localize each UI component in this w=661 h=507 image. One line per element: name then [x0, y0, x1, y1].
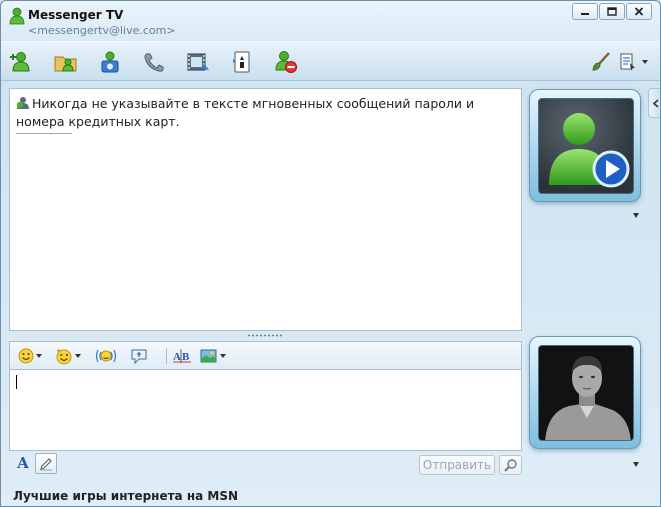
- minimize-button[interactable]: [572, 3, 598, 20]
- share-folder-button[interactable]: [53, 49, 79, 75]
- search-button[interactable]: [499, 455, 522, 475]
- phone-icon: [144, 53, 164, 72]
- compose-bottom-bar: A Отправить: [9, 452, 522, 478]
- send-button[interactable]: Отправить: [419, 455, 495, 475]
- video-call-icon: [101, 51, 119, 73]
- emoticon-icon: [18, 348, 34, 364]
- background-icon: [200, 349, 217, 363]
- search-icon: [503, 459, 517, 472]
- chevron-down-icon: [75, 354, 81, 358]
- nudge-icon: [95, 349, 117, 363]
- format-toolbar-divider: [166, 348, 167, 364]
- messenger-tv-avatar-icon: [549, 113, 630, 188]
- my-display-picture[interactable]: [529, 336, 641, 449]
- wink-icon: [56, 348, 72, 364]
- title-bar: Messenger TV <messengertv@live.com>: [1, 1, 660, 41]
- font-button[interactable]: A: [13, 454, 33, 474]
- call-button[interactable]: [141, 49, 167, 75]
- contact-display-picture[interactable]: [529, 89, 641, 202]
- format-toolbar: A B: [9, 341, 522, 369]
- voice-clip-button[interactable]: [130, 346, 148, 366]
- warning-divider: [16, 133, 72, 134]
- close-icon: [634, 7, 644, 16]
- block-contact-button[interactable]: [273, 49, 299, 75]
- theme-button[interactable]: [588, 49, 614, 75]
- video-icon: [187, 53, 209, 71]
- contact-warning-icon: [16, 97, 29, 109]
- video-button[interactable]: [185, 49, 211, 75]
- handwriting-button[interactable]: [35, 453, 57, 474]
- close-button[interactable]: [626, 3, 652, 20]
- chevron-down-icon: [642, 60, 648, 64]
- contact-avatar: [538, 98, 634, 194]
- text-cursor: [16, 375, 17, 389]
- user-avatar-photo: [538, 345, 634, 441]
- chevron-down-icon: [220, 354, 226, 358]
- my-picture-menu-icon[interactable]: [633, 462, 639, 467]
- contact-name: Messenger TV: [28, 8, 124, 22]
- games-button[interactable]: [229, 49, 255, 75]
- add-contact-button[interactable]: [9, 49, 35, 75]
- voice-clip-icon: [131, 349, 147, 364]
- footer-ad-text[interactable]: Лучшие игры интернета на MSN: [13, 489, 238, 503]
- svg-text:B: B: [182, 351, 190, 363]
- maximize-button[interactable]: [599, 3, 625, 20]
- maximize-icon: [607, 7, 617, 16]
- user-photo-icon: [539, 346, 633, 440]
- nudge-button[interactable]: [95, 346, 117, 366]
- conversation-history[interactable]: Никогда не указывайте в тексте мгновенны…: [9, 88, 522, 331]
- minimize-icon: [581, 12, 589, 15]
- chevron-left-icon: [652, 98, 659, 108]
- pane-splitter-handle[interactable]: [247, 334, 283, 337]
- svg-text:A: A: [173, 351, 181, 363]
- video-call-button[interactable]: [97, 49, 123, 75]
- message-input[interactable]: [9, 369, 522, 451]
- chevron-down-icon: [36, 354, 42, 358]
- emoticon-button[interactable]: [18, 346, 42, 366]
- contact-email: <messengertv@live.com>: [28, 24, 176, 37]
- security-warning-text: Никогда не указывайте в тексте мгновенны…: [16, 96, 475, 129]
- add-contact-icon: [10, 52, 30, 72]
- contact-picture-menu-icon[interactable]: [633, 213, 639, 218]
- wink-button[interactable]: [55, 346, 81, 366]
- collapse-pane-button[interactable]: [648, 88, 660, 118]
- spellcheck-button[interactable]: A B: [172, 346, 192, 366]
- share-folder-icon: [54, 56, 77, 72]
- menu-button[interactable]: [615, 49, 651, 75]
- pen-icon: [40, 457, 52, 470]
- block-icon: [275, 51, 297, 73]
- messenger-window: Messenger TV <messengertv@live.com> Нико…: [0, 0, 661, 507]
- spellcheck-icon: A B: [173, 349, 191, 363]
- window-controls: [571, 3, 652, 20]
- paint-brush-icon: [592, 52, 610, 71]
- messenger-logo-icon: [9, 7, 25, 25]
- menu-icon: [620, 53, 635, 71]
- games-icon: [233, 51, 250, 73]
- security-warning: Никогда не указывайте в тексте мгновенны…: [16, 95, 516, 131]
- background-button[interactable]: [200, 346, 226, 366]
- main-toolbar: [1, 41, 660, 81]
